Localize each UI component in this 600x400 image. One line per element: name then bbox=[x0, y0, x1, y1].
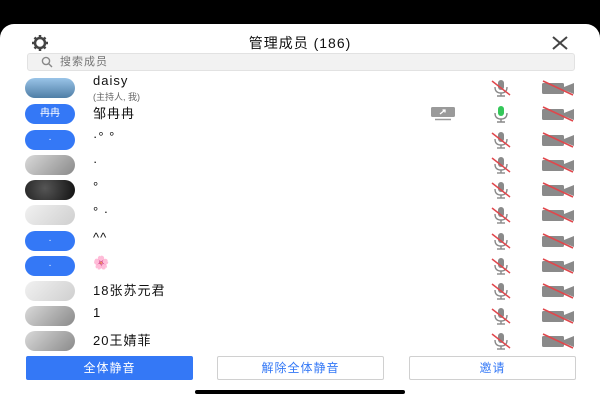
mic-on-icon[interactable] bbox=[490, 105, 512, 123]
member-row[interactable]: ° bbox=[0, 177, 600, 203]
member-row[interactable]: ° · bbox=[0, 202, 600, 228]
member-name: · bbox=[93, 154, 99, 169]
member-list: daisy (主持人, 我) 冉冉 邹冉冉 · ·° ° · ° ° · · ^^ · 🌸 18张苏元君… bbox=[0, 73, 600, 375]
mute-all-button[interactable]: 全体静音 bbox=[26, 356, 193, 380]
unmute-all-button[interactable]: 解除全体静音 bbox=[217, 356, 384, 380]
avatar bbox=[25, 306, 75, 326]
camera-off-icon[interactable] bbox=[541, 258, 575, 274]
avatar bbox=[25, 180, 75, 200]
camera-off-icon[interactable] bbox=[541, 157, 575, 173]
mic-muted-icon[interactable] bbox=[490, 79, 512, 97]
member-name: ° bbox=[93, 179, 100, 194]
avatar: · bbox=[25, 231, 75, 251]
avatar: · bbox=[25, 130, 75, 150]
camera-off-icon[interactable] bbox=[541, 182, 575, 198]
mic-muted-icon[interactable] bbox=[490, 232, 512, 250]
screen-share-icon[interactable] bbox=[430, 106, 456, 121]
member-name: ·° ° bbox=[93, 129, 116, 144]
camera-off-icon[interactable] bbox=[541, 308, 575, 324]
search-icon bbox=[41, 56, 53, 68]
member-row[interactable]: 20王婧菲 bbox=[0, 328, 600, 354]
member-name: 18张苏元君 bbox=[93, 283, 166, 298]
camera-off-icon[interactable] bbox=[541, 132, 575, 148]
mic-muted-icon[interactable] bbox=[490, 307, 512, 325]
manage-members-sheet: 管理成员 (186) daisy(主持人, 我)冉冉 邹冉冉 · ·° ° · ° ° · ·… bbox=[0, 24, 600, 400]
invite-button[interactable]: 邀请 bbox=[409, 356, 576, 380]
mic-muted-icon[interactable] bbox=[490, 282, 512, 300]
member-row[interactable]: · ·° ° bbox=[0, 127, 600, 153]
member-row[interactable]: · bbox=[0, 152, 600, 178]
page-title: 管理成员 (186) bbox=[248, 35, 352, 51]
home-indicator bbox=[195, 390, 405, 394]
member-row[interactable]: daisy (主持人, 我) bbox=[0, 73, 600, 102]
camera-off-icon[interactable] bbox=[541, 333, 575, 349]
member-name: 邹冉冉 bbox=[93, 106, 136, 121]
mic-muted-icon[interactable] bbox=[490, 131, 512, 149]
camera-off-icon[interactable] bbox=[541, 207, 575, 223]
avatar bbox=[25, 205, 75, 225]
member-name: ° · bbox=[93, 204, 110, 219]
search-input[interactable] bbox=[60, 54, 560, 70]
member-name: 1 bbox=[93, 305, 102, 320]
member-row[interactable]: · 🌸 bbox=[0, 253, 600, 279]
camera-off-icon[interactable] bbox=[541, 80, 575, 96]
member-name: 20王婧菲 bbox=[93, 333, 152, 348]
avatar bbox=[25, 155, 75, 175]
avatar: · bbox=[25, 256, 75, 276]
avatar: 冉冉 bbox=[25, 104, 75, 124]
avatar bbox=[25, 281, 75, 301]
member-row[interactable]: 1 bbox=[0, 303, 600, 329]
mic-muted-icon[interactable] bbox=[490, 156, 512, 174]
camera-off-icon[interactable] bbox=[541, 283, 575, 299]
avatar bbox=[25, 78, 75, 98]
search-bar[interactable] bbox=[27, 53, 575, 71]
member-name: ^^ bbox=[93, 230, 108, 245]
close-icon[interactable] bbox=[549, 34, 571, 52]
member-name: daisy bbox=[93, 73, 129, 88]
avatar bbox=[25, 331, 75, 351]
mic-muted-icon[interactable] bbox=[490, 181, 512, 199]
mic-muted-icon[interactable] bbox=[490, 257, 512, 275]
member-row[interactable]: 18张苏元君 bbox=[0, 278, 600, 304]
camera-off-icon[interactable] bbox=[541, 106, 575, 122]
camera-off-icon[interactable] bbox=[541, 233, 575, 249]
member-row[interactable]: 冉冉 邹冉冉 bbox=[0, 101, 600, 127]
mic-muted-icon[interactable] bbox=[490, 206, 512, 224]
member-row[interactable]: · ^^ bbox=[0, 228, 600, 254]
member-name: 🌸 bbox=[93, 255, 111, 270]
mic-muted-icon[interactable] bbox=[490, 332, 512, 350]
